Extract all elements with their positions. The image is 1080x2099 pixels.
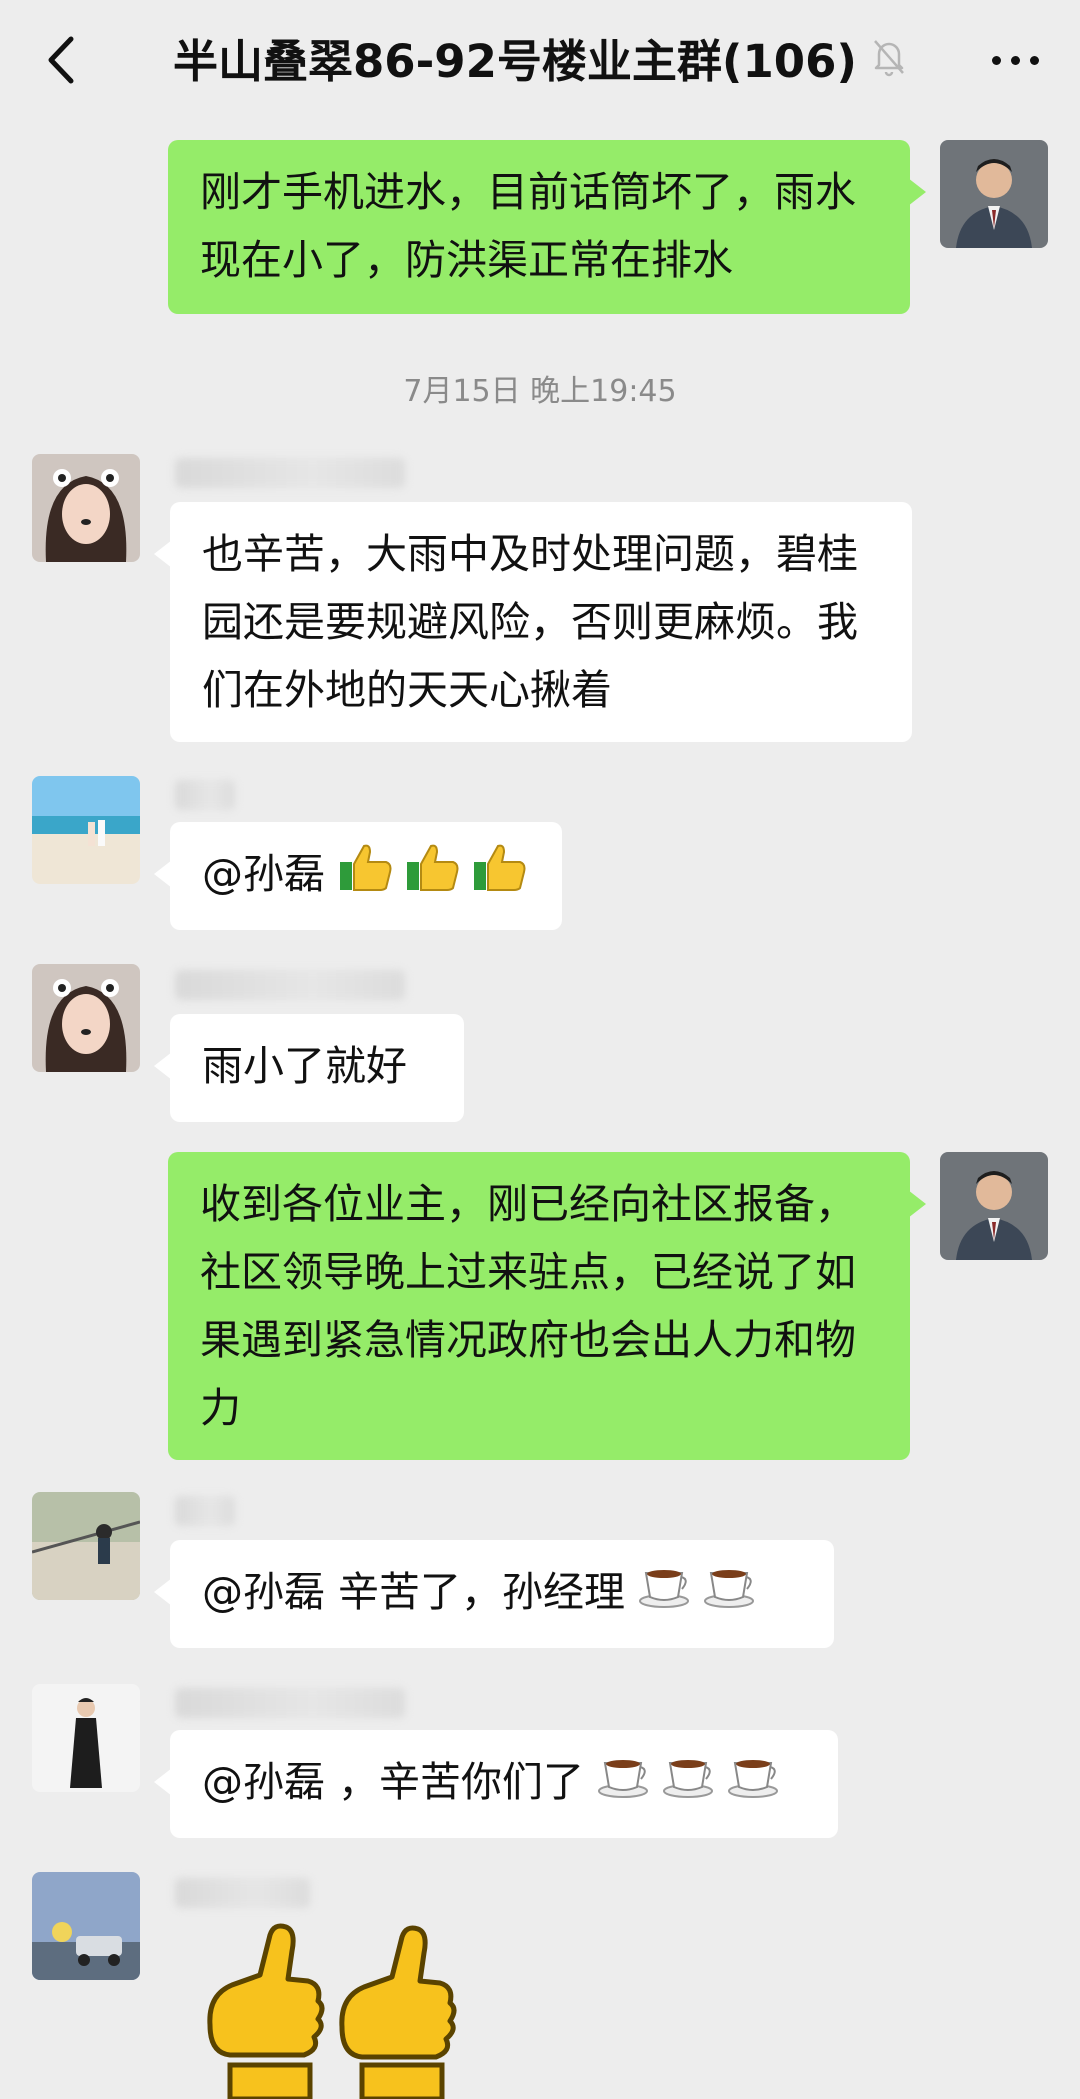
member-avatar[interactable] <box>32 1492 140 1600</box>
message-text: 也辛苦，大雨中及时处理问题，碧桂园还是要规避风险，否则更麻烦。我们在外地的天天心… <box>202 530 858 714</box>
message-bubble-other[interactable]: 也辛苦，大雨中及时处理问题，碧桂园还是要规避风险，否则更麻烦。我们在外地的天天心… <box>154 502 912 742</box>
coffee-cup-icon <box>662 1751 714 1819</box>
title-area[interactable]: 半山叠翠86-92号楼业主群(106) <box>173 22 904 92</box>
thumbs-up-icon <box>472 842 526 912</box>
message-bubble-other[interactable]: @孙磊 辛苦了，孙经理 <box>154 1540 834 1648</box>
sender-name-redacted <box>175 780 235 810</box>
sender-name-redacted <box>175 1688 405 1718</box>
self-avatar[interactable] <box>940 1152 1048 1260</box>
sender-name-redacted <box>175 1496 235 1526</box>
message-text: 雨小了就好 <box>202 1042 407 1090</box>
self-avatar[interactable] <box>940 140 1048 248</box>
message-text: 收到各位业主，刚已经向社区报备，社区领导晚上过来驻点，已经说了如果遇到紧急情况政… <box>200 1180 856 1432</box>
member-avatar[interactable] <box>32 964 140 1072</box>
message-text: @孙磊 辛苦了，孙经理 <box>202 1568 626 1616</box>
member-avatar[interactable] <box>32 1872 140 1980</box>
mute-bell-icon <box>871 37 907 77</box>
message-bubble-other[interactable]: @孙磊 ，辛苦你们了 <box>154 1730 838 1838</box>
back-button[interactable] <box>30 30 90 90</box>
message-bubble-self[interactable]: 刚才手机进水，目前话筒坏了，雨水现在小了，防洪渠正常在排水 <box>168 140 926 314</box>
message-text: @孙磊 ，辛苦你们了 <box>202 1758 585 1806</box>
member-avatar[interactable] <box>32 1684 140 1792</box>
more-options-button[interactable] <box>980 30 1050 90</box>
message-text: 刚才手机进水，目前话筒坏了，雨水现在小了，防洪渠正常在排水 <box>200 168 856 284</box>
chat-header: 半山叠翠86-92号楼业主群(106) <box>0 0 1080 118</box>
coffee-cup-icon <box>597 1751 649 1819</box>
member-avatar[interactable] <box>32 454 140 562</box>
more-dot-icon <box>1029 55 1039 65</box>
message-timestamp: 7月15日 晚上19:45 <box>403 374 677 409</box>
member-avatar[interactable] <box>32 776 140 884</box>
message-text: @孙磊 <box>202 850 325 898</box>
thumbs-up-sticker[interactable] <box>200 1915 470 2099</box>
more-dot-icon <box>991 55 1001 65</box>
message-bubble-self[interactable]: 收到各位业主，刚已经向社区报备，社区领导晚上过来驻点，已经说了如果遇到紧急情况政… <box>168 1152 926 1460</box>
sender-name-redacted <box>175 458 405 488</box>
thumbs-up-icon <box>338 842 392 912</box>
coffee-cup-icon <box>727 1751 779 1819</box>
sender-name-redacted <box>175 970 405 1000</box>
coffee-cup-icon <box>638 1561 690 1629</box>
thumbs-up-icon <box>405 842 459 912</box>
chevron-left-icon <box>48 36 74 84</box>
more-dot-icon <box>1010 55 1020 65</box>
chat-title: 半山叠翠86-92号楼业主群(106) <box>173 34 857 88</box>
message-bubble-other[interactable]: 雨小了就好 <box>154 1014 464 1122</box>
sender-name-redacted <box>175 1878 310 1908</box>
coffee-cup-icon <box>703 1561 755 1629</box>
message-bubble-other[interactable]: @孙磊 <box>154 822 562 930</box>
